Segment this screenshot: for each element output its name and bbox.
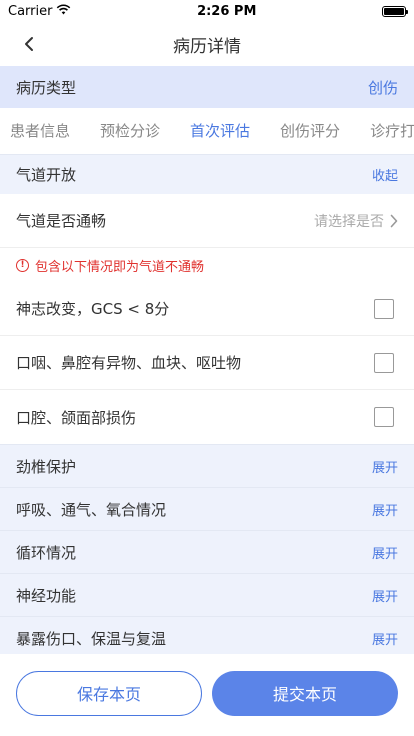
collapse-button[interactable]: 收起	[372, 165, 398, 184]
chevron-right-icon	[390, 214, 398, 227]
option-row[interactable]: 口咽、鼻腔有异物、血块、呕吐物	[0, 336, 414, 390]
status-left: Carrier	[8, 4, 71, 19]
option-checkbox[interactable]	[374, 352, 394, 373]
nav-bar: 病历详情	[0, 22, 414, 66]
warning-icon: !	[16, 258, 29, 272]
tab-triage[interactable]: 预检分诊	[85, 108, 175, 154]
expand-button[interactable]: 展开	[372, 500, 398, 519]
section-breathing-header[interactable]: 呼吸、通气、氧合情况 展开	[0, 487, 414, 530]
expand-button[interactable]: 展开	[372, 586, 398, 605]
section-title: 呼吸、通气、氧合情况	[16, 500, 167, 519]
status-bar: Carrier 2:26 PM	[0, 0, 414, 22]
tab-first-assessment[interactable]: 首次评估	[175, 108, 265, 154]
expand-button[interactable]: 展开	[372, 543, 398, 562]
section-title: 循环情况	[16, 543, 77, 562]
section-exposure-header[interactable]: 暴露伤口、保温与复温 展开	[0, 616, 414, 659]
expand-button[interactable]: 展开	[372, 629, 398, 648]
save-button[interactable]: 保存本页	[16, 670, 202, 716]
back-button[interactable]	[14, 22, 44, 66]
chevron-left-icon	[25, 37, 33, 51]
section-airway-header: 气道开放 收起	[0, 154, 414, 194]
option-row[interactable]: 神志改变，GCS < 8分	[0, 282, 414, 336]
section-title: 暴露伤口、保温与复温	[16, 629, 167, 648]
record-type-value: 创伤	[367, 78, 398, 97]
tab-trauma-score[interactable]: 创伤评分	[265, 108, 355, 154]
option-label: 口咽、鼻腔有异物、血块、呕吐物	[16, 354, 242, 372]
airway-warning: ! 包含以下情况即为气道不通畅	[0, 248, 414, 282]
tab-treatment[interactable]: 诊疗打	[355, 108, 414, 154]
airway-patent-label: 气道是否通畅	[16, 212, 107, 230]
carrier-label: Carrier	[8, 3, 53, 19]
section-title: 神经功能	[16, 586, 77, 605]
expand-button[interactable]: 展开	[372, 457, 398, 476]
airway-patent-row[interactable]: 气道是否通畅 请选择是否	[0, 194, 414, 248]
warning-text: 包含以下情况即为气道不通畅	[35, 259, 205, 275]
tab-patient-info[interactable]: 患者信息	[0, 108, 85, 154]
option-checkbox[interactable]	[374, 298, 394, 319]
section-title: 劲椎保护	[16, 457, 77, 476]
section-airway-title: 气道开放	[16, 166, 77, 184]
section-spine-header[interactable]: 劲椎保护 展开	[0, 444, 414, 487]
option-label: 口腔、颌面部损伤	[16, 408, 137, 427]
option-checkbox[interactable]	[374, 407, 394, 427]
battery-icon	[381, 5, 408, 17]
option-row[interactable]: 口腔、颌面部损伤	[0, 390, 414, 444]
option-label: 神志改变，GCS < 8分	[16, 300, 170, 318]
tab-bar: 患者信息 预检分诊 首次评估 创伤评分 诊疗打	[0, 108, 414, 154]
record-type-label: 病历类型	[16, 78, 77, 97]
record-type-row: 病历类型 创伤	[0, 66, 414, 108]
footer-actions: 保存本页 提交本页	[0, 654, 414, 736]
section-circulation-header[interactable]: 循环情况 展开	[0, 530, 414, 573]
airway-patent-select[interactable]: 请选择是否	[314, 211, 398, 231]
wifi-icon	[56, 3, 71, 19]
page-title: 病历详情	[173, 36, 241, 57]
status-time: 2:26 PM	[197, 3, 257, 19]
section-neuro-header[interactable]: 神经功能 展开	[0, 573, 414, 616]
submit-button[interactable]: 提交本页	[212, 670, 398, 716]
airway-patent-placeholder: 请选择是否	[314, 213, 384, 230]
